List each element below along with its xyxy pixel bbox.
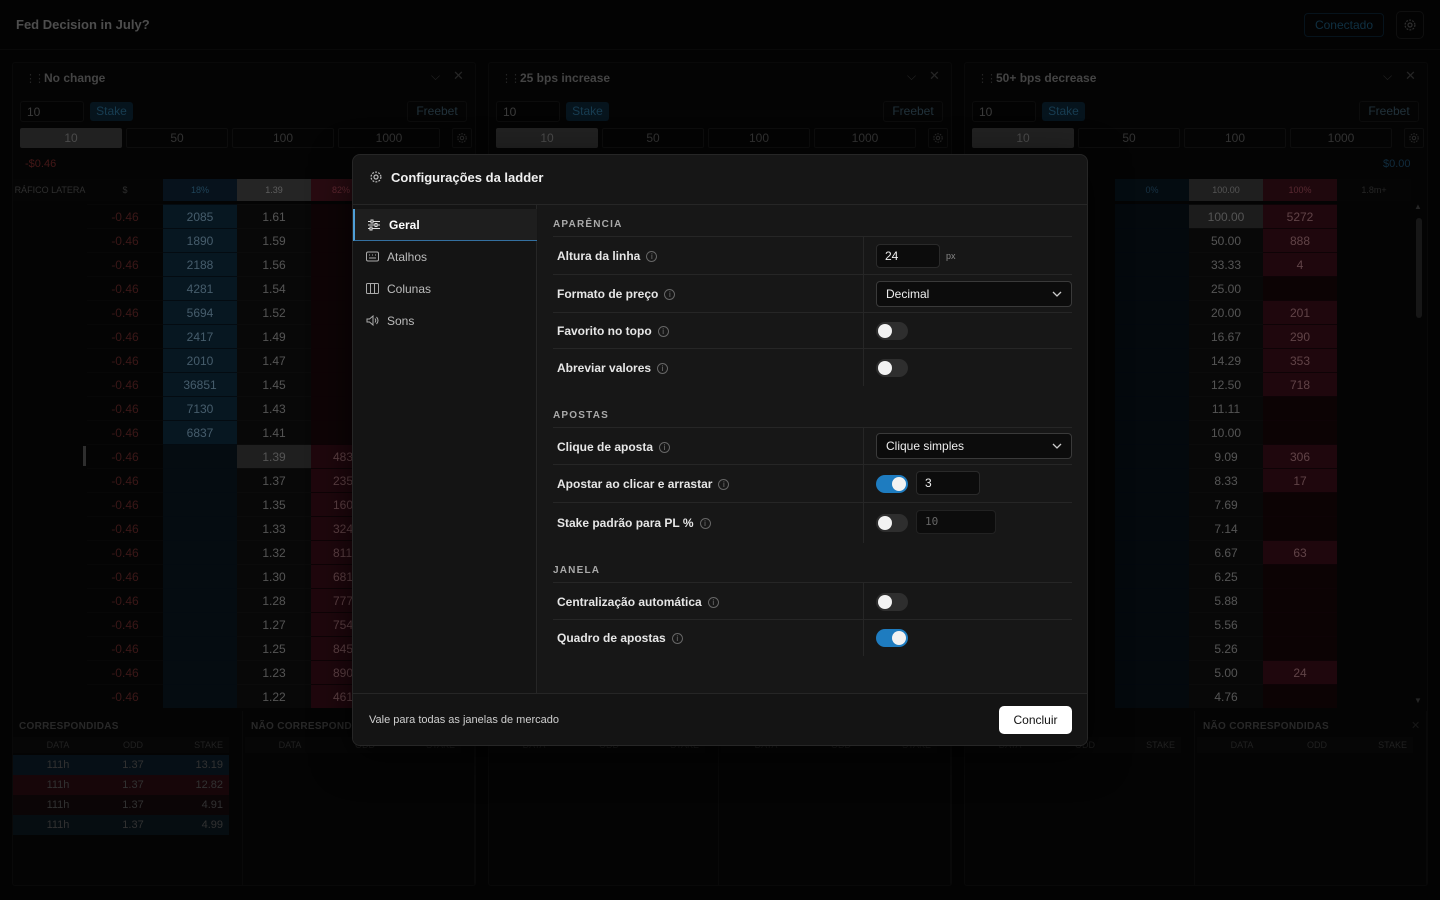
info-icon[interactable]: i bbox=[718, 479, 730, 490]
nav-atalhos[interactable]: Atalhos bbox=[353, 241, 537, 273]
chevron-down-icon bbox=[1052, 443, 1062, 449]
info-icon[interactable]: i bbox=[657, 363, 669, 374]
setting-bet-click: Clique de aposta i Clique simples bbox=[553, 427, 1072, 465]
select-value: Clique simples bbox=[886, 439, 965, 453]
nav-label: Colunas bbox=[387, 282, 432, 296]
nav-label: Geral bbox=[389, 218, 420, 232]
setting-label: Quadro de apostas bbox=[557, 631, 666, 645]
setting-label: Altura da linha bbox=[557, 249, 641, 263]
auto-center-toggle[interactable] bbox=[876, 593, 908, 611]
section-apostas: APOSTAS bbox=[553, 410, 609, 421]
info-icon[interactable]: i bbox=[707, 597, 719, 608]
setting-label: Centralização automática bbox=[557, 595, 702, 609]
setting-label: Abreviar valores bbox=[557, 361, 652, 375]
section-janela: JANELA bbox=[553, 565, 601, 576]
setting-favorite-top: Favorito no topo i bbox=[553, 312, 1072, 349]
nav-geral[interactable]: Geral bbox=[353, 209, 537, 241]
select-value: Decimal bbox=[886, 287, 930, 301]
keyboard-icon bbox=[366, 251, 379, 262]
drag-bet-toggle[interactable] bbox=[876, 475, 908, 493]
ladder-settings-dialog: Configurações da ladder Geral Atalhos Co… bbox=[352, 154, 1088, 746]
nav-colunas[interactable]: Colunas bbox=[353, 273, 537, 305]
setting-label: Formato de preço bbox=[557, 287, 659, 301]
settings-content: APARÊNCIA Altura da linha i 24 px Formato… bbox=[538, 205, 1087, 693]
row-height-input[interactable]: 24 bbox=[876, 244, 940, 268]
info-icon[interactable]: i bbox=[659, 442, 671, 453]
setting-default-stake-pl: Stake padrão para PL % i 10 bbox=[553, 502, 1072, 543]
bet-click-select[interactable]: Clique simples bbox=[876, 433, 1072, 459]
chevron-down-icon bbox=[1052, 291, 1062, 297]
done-button[interactable]: Concluir bbox=[999, 706, 1072, 734]
setting-label: Apostar ao clicar e arrastar bbox=[557, 477, 713, 491]
row-height-unit: px bbox=[946, 251, 956, 261]
setting-auto-center: Centralização automática i bbox=[553, 582, 1072, 620]
dialog-title: Configurações da ladder bbox=[391, 170, 544, 185]
footer-note: Vale para todas as janelas de mercado bbox=[369, 714, 559, 726]
app-root: Fed Decision in July? Conectado ⋮⋮ No cha… bbox=[0, 0, 1440, 900]
setting-abbreviate: Abreviar valores i bbox=[553, 348, 1072, 386]
default-stake-pl-input[interactable]: 10 bbox=[916, 510, 996, 534]
columns-icon bbox=[366, 283, 379, 294]
setting-price-format: Formato de preço i Decimal bbox=[553, 274, 1072, 313]
info-icon[interactable]: i bbox=[671, 633, 683, 644]
setting-drag-bet: Apostar ao clicar e arrastar i 3 bbox=[553, 464, 1072, 503]
setting-label: Clique de aposta bbox=[557, 440, 654, 454]
bet-board-toggle[interactable] bbox=[876, 629, 908, 647]
info-icon[interactable]: i bbox=[664, 289, 676, 300]
nav-sons[interactable]: Sons bbox=[353, 305, 537, 337]
nav-label: Atalhos bbox=[387, 250, 428, 264]
info-icon[interactable]: i bbox=[646, 251, 658, 262]
section-aparencia: APARÊNCIA bbox=[553, 219, 623, 230]
info-icon[interactable]: i bbox=[657, 326, 669, 337]
setting-row-height: Altura da linha i 24 px bbox=[553, 236, 1072, 275]
nav-label: Sons bbox=[387, 314, 415, 328]
default-stake-pl-toggle[interactable] bbox=[876, 514, 908, 532]
setting-bet-board: Quadro de apostas i bbox=[553, 619, 1072, 656]
setting-label: Stake padrão para PL % bbox=[557, 516, 694, 530]
info-icon[interactable]: i bbox=[699, 518, 711, 529]
speaker-icon bbox=[366, 315, 379, 326]
sliders-icon bbox=[368, 219, 380, 231]
setting-label: Favorito no topo bbox=[557, 324, 652, 338]
settings-nav: Geral Atalhos Colunas Sons bbox=[353, 205, 537, 693]
drag-bet-input[interactable]: 3 bbox=[916, 471, 980, 495]
dialog-footer: Vale para todas as janelas de mercado Co… bbox=[353, 693, 1087, 745]
abbreviate-toggle[interactable] bbox=[876, 359, 908, 377]
gear-icon bbox=[370, 171, 382, 183]
dialog-header: Configurações da ladder bbox=[353, 155, 1087, 205]
price-format-select[interactable]: Decimal bbox=[876, 281, 1072, 307]
favorite-top-toggle[interactable] bbox=[876, 322, 908, 340]
